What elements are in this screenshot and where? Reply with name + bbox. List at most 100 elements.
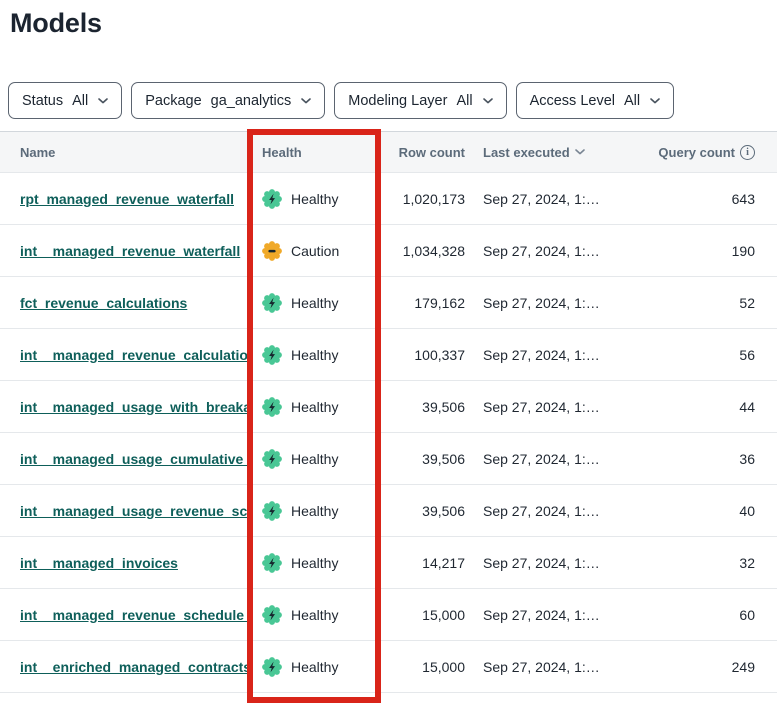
query-count-value: 190: [625, 243, 777, 259]
health-status-icon: [262, 241, 282, 261]
row-count-value: 14,217: [381, 555, 470, 571]
filter-label: Access Level: [530, 93, 615, 109]
table-body: rpt_managed_revenue_waterfall Healthy: [0, 173, 777, 693]
filter-chip-status[interactable]: StatusAll: [8, 82, 122, 119]
filter-label: Status: [22, 93, 63, 109]
models-table: Name Health Row count Last executed Quer…: [0, 131, 777, 693]
health-label: Healthy: [291, 399, 338, 415]
name-cell: fct_revenue_calculations: [0, 295, 247, 311]
chevron-down-icon: [98, 98, 108, 104]
last-executed-value: Sep 27, 2024, 1:…: [470, 607, 625, 623]
model-name-link[interactable]: int__managed_revenue_schedule_…: [20, 607, 247, 623]
chevron-down-icon: [650, 98, 660, 104]
health-status-icon: [262, 501, 282, 521]
name-cell: int__enriched_managed_contracts: [0, 659, 247, 675]
name-cell: int__managed_revenue_calculations: [0, 347, 247, 363]
name-cell: int__managed_usage_cumulative_…: [0, 451, 247, 467]
row-count-value: 179,162: [381, 295, 470, 311]
last-executed-value: Sep 27, 2024, 1:…: [470, 399, 625, 415]
table-row: int__managed_revenue_calculations Health…: [0, 329, 777, 381]
health-cell: Healthy: [247, 345, 381, 365]
name-cell: int__managed_usage_with_breaka…: [0, 399, 247, 415]
query-count-value: 44: [625, 399, 777, 415]
sort-chevron-down-icon: [575, 149, 585, 155]
query-count-value: 36: [625, 451, 777, 467]
health-cell: Healthy: [247, 189, 381, 209]
column-header-name: Name: [0, 145, 247, 160]
info-circle-icon[interactable]: i: [740, 145, 755, 160]
health-cell: Healthy: [247, 397, 381, 417]
filter-bar: StatusAll Packagega_analytics Modeling L…: [8, 82, 777, 119]
health-status-icon: [262, 553, 282, 573]
chevron-down-icon: [301, 98, 311, 104]
model-name-link[interactable]: int__managed_usage_cumulative_…: [20, 451, 247, 467]
table-row: fct_revenue_calculations Healthy 1: [0, 277, 777, 329]
health-cell: Healthy: [247, 293, 381, 313]
health-label: Healthy: [291, 451, 338, 467]
name-cell: rpt_managed_revenue_waterfall: [0, 191, 247, 207]
health-label: Healthy: [291, 659, 338, 675]
name-cell: int__managed_usage_revenue_sc…: [0, 503, 247, 519]
query-count-value: 643: [625, 191, 777, 207]
model-name-link[interactable]: fct_revenue_calculations: [20, 295, 187, 311]
filter-chip-package[interactable]: Package ga_analytics: [131, 82, 325, 119]
row-count-value: 1,034,328: [381, 243, 470, 259]
query-count-value: 56: [625, 347, 777, 363]
health-cell: Healthy: [247, 553, 381, 573]
health-label: Healthy: [291, 347, 338, 363]
health-cell: Healthy: [247, 605, 381, 625]
health-label: Healthy: [291, 607, 338, 623]
model-name-link[interactable]: int__managed_invoices: [20, 555, 178, 571]
row-count-value: 39,506: [381, 399, 470, 415]
model-name-link[interactable]: int__enriched_managed_contracts: [20, 659, 247, 675]
filter-chip-modeling-layer[interactable]: Modeling LayerAll: [334, 82, 506, 119]
query-count-value: 52: [625, 295, 777, 311]
model-name-link[interactable]: rpt_managed_revenue_waterfall: [20, 191, 234, 207]
filter-value: ga_analytics: [211, 93, 292, 109]
column-header-query-count: Query count i: [625, 145, 777, 160]
filter-label: Package: [145, 93, 201, 109]
name-cell: int__managed_invoices: [0, 555, 247, 571]
chevron-down-icon: [483, 98, 493, 104]
health-cell: Healthy: [247, 449, 381, 469]
models-page: Models StatusAll Packagega_analytics Mod…: [0, 8, 777, 703]
filter-chip-access-level[interactable]: Access Level All: [516, 82, 675, 119]
table-row: int__managed_usage_with_breaka… Healthy: [0, 381, 777, 433]
row-count-value: 15,000: [381, 659, 470, 675]
row-count-value: 39,506: [381, 451, 470, 467]
model-name-link[interactable]: int__managed_revenue_waterfall: [20, 243, 240, 259]
last-executed-value: Sep 27, 2024, 1:…: [470, 347, 625, 363]
last-executed-value: Sep 27, 2024, 1:…: [470, 295, 625, 311]
health-cell: Healthy: [247, 657, 381, 677]
row-count-value: 15,000: [381, 607, 470, 623]
name-cell: int__managed_revenue_schedule_…: [0, 607, 247, 623]
health-label: Healthy: [291, 191, 338, 207]
health-status-icon: [262, 293, 282, 313]
column-header-health: Health: [247, 145, 381, 160]
table-row: int__managed_revenue_schedule_… Healthy: [0, 589, 777, 641]
last-executed-value: Sep 27, 2024, 1:…: [470, 451, 625, 467]
health-label: Healthy: [291, 555, 338, 571]
model-name-link[interactable]: int__managed_usage_revenue_sc…: [20, 503, 247, 519]
model-name-link[interactable]: int__managed_usage_with_breaka…: [20, 399, 247, 415]
last-executed-value: Sep 27, 2024, 1:…: [470, 191, 625, 207]
health-label: Healthy: [291, 503, 338, 519]
page-title: Models: [10, 8, 777, 39]
health-cell: Healthy: [247, 501, 381, 521]
last-executed-value: Sep 27, 2024, 1:…: [470, 659, 625, 675]
column-header-last-executed[interactable]: Last executed: [470, 145, 625, 160]
table-row: int__managed_usage_revenue_sc… Healthy: [0, 485, 777, 537]
health-status-icon: [262, 657, 282, 677]
query-count-value: 32: [625, 555, 777, 571]
health-status-icon: [262, 189, 282, 209]
table-header-row: Name Health Row count Last executed Quer…: [0, 131, 777, 173]
table-row: int__managed_revenue_waterfall Caution: [0, 225, 777, 277]
row-count-value: 39,506: [381, 503, 470, 519]
filter-value: All: [624, 93, 640, 109]
table-row: rpt_managed_revenue_waterfall Healthy: [0, 173, 777, 225]
health-status-icon: [262, 605, 282, 625]
last-executed-value: Sep 27, 2024, 1:…: [470, 243, 625, 259]
last-executed-value: Sep 27, 2024, 1:…: [470, 555, 625, 571]
query-count-value: 40: [625, 503, 777, 519]
model-name-link[interactable]: int__managed_revenue_calculations: [20, 347, 247, 363]
